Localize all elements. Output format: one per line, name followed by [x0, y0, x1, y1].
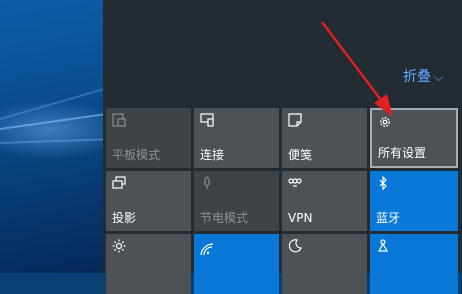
tile-all-settings[interactable]: 所有设置: [370, 108, 458, 168]
tile-note[interactable]: 便笺: [282, 108, 367, 168]
connect-icon: [200, 113, 214, 127]
quiet-hours-icon: [288, 239, 302, 253]
battery-saver-icon: [204, 176, 210, 189]
project-icon: [112, 176, 126, 189]
wifi-icon: [200, 243, 214, 256]
gear-icon: [380, 117, 390, 127]
tile-label: 投影: [112, 211, 137, 225]
vpn-icon: [288, 178, 302, 187]
tile-battery-saver[interactable]: 节电模式: [194, 171, 279, 231]
tile-label: VPN: [288, 211, 313, 225]
tile-connect[interactable]: 连接: [194, 108, 279, 168]
collapse-button[interactable]: 折叠 ⌵: [403, 68, 443, 86]
desktop-glow: [0, 100, 103, 160]
tile-quiet-hours[interactable]: [282, 234, 367, 294]
collapse-label: 折叠: [403, 69, 431, 85]
tile-wifi[interactable]: [194, 234, 279, 294]
note-icon: [288, 113, 302, 127]
tile-location[interactable]: [370, 234, 458, 294]
chevron-down-icon: ⌵: [434, 70, 444, 84]
brightness-icon: [112, 239, 126, 253]
tablet-mode-icon: [112, 113, 126, 127]
location-icon: [377, 239, 389, 252]
tile-brightness[interactable]: [106, 234, 191, 294]
tile-label: 节电模式: [200, 211, 249, 225]
tile-tablet-mode[interactable]: 平板模式: [106, 108, 191, 168]
tile-label: 连接: [200, 148, 225, 162]
desktop-background: [0, 0, 103, 273]
tile-label: 所有设置: [378, 146, 427, 160]
tile-label: 便笺: [288, 148, 313, 162]
tile-bluetooth[interactable]: 蓝牙: [370, 171, 458, 231]
bluetooth-icon: [379, 176, 387, 190]
tile-project[interactable]: 投影: [106, 171, 191, 231]
tile-vpn[interactable]: VPN: [282, 171, 367, 231]
tile-label: 平板模式: [112, 148, 161, 162]
tile-label: 蓝牙: [376, 211, 401, 225]
